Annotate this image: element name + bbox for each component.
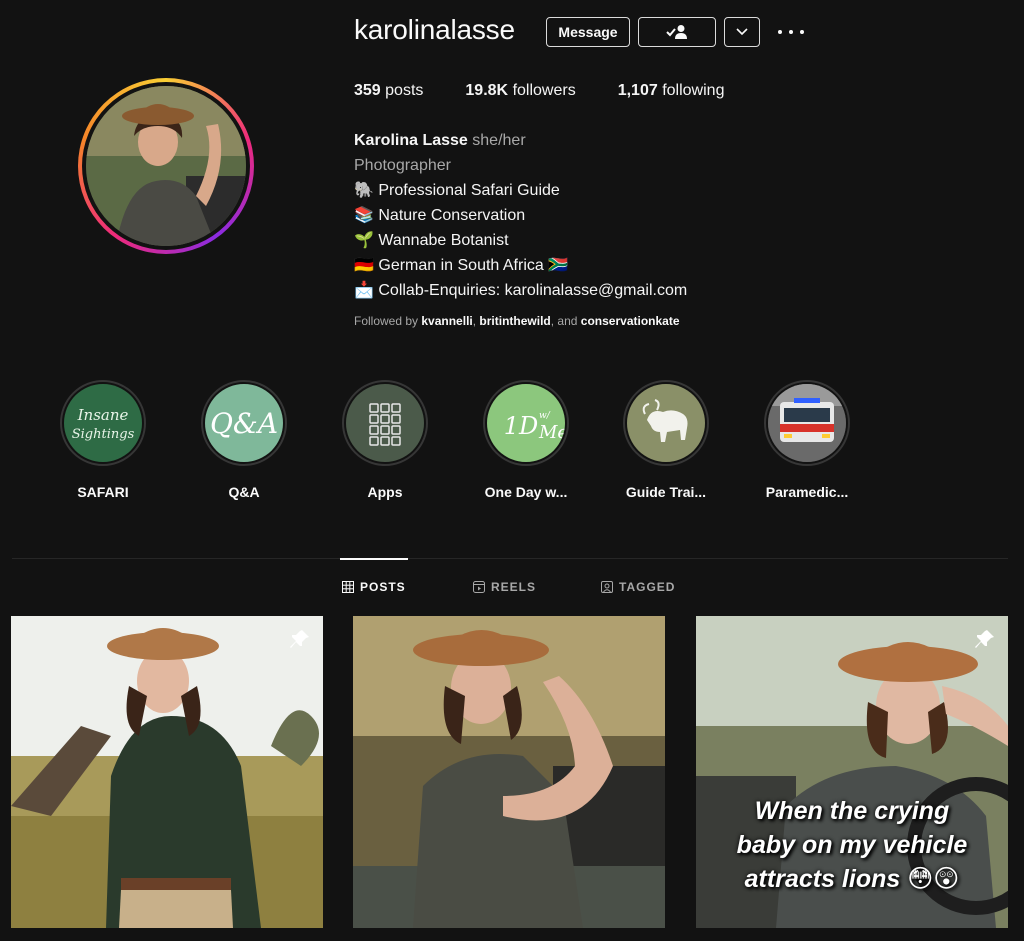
post-caption-overlay: When the crying baby on my vehicle attra… [736, 797, 968, 893]
bio-line: 🇩🇪 German in South Africa 🇿🇦 [354, 257, 569, 274]
highlight-cover: 1D w/ Me [487, 384, 565, 462]
tab-reels[interactable]: REELS [473, 580, 536, 594]
user-check-icon [666, 25, 687, 39]
tab-posts[interactable]: POSTS [342, 580, 406, 594]
highlight-cover: Insane Sightings [64, 384, 142, 462]
highlight-guide-training[interactable]: Guide Trai... [611, 380, 721, 500]
followed-by[interactable]: Followed by kvannelli, britinthewild, an… [354, 314, 680, 328]
bio-line: 📚 Nature Conservation [354, 207, 526, 224]
suggested-accounts-button[interactable] [724, 17, 760, 47]
svg-text:1D: 1D [504, 412, 539, 440]
highlight-label: One Day w... [484, 484, 568, 500]
svg-text:w/: w/ [539, 411, 551, 421]
svg-text:Insane: Insane [77, 406, 129, 424]
avatar-border [82, 82, 250, 250]
following-stat[interactable]: 1,107 following [618, 82, 725, 100]
svg-text:Q&A: Q&A [210, 407, 278, 440]
apps-grid-icon [369, 403, 401, 446]
highlight-cover [627, 384, 705, 462]
reels-icon [473, 581, 485, 593]
svg-text:Sightings: Sightings [72, 427, 135, 442]
tagged-icon [601, 581, 613, 593]
highlight-one-day[interactable]: 1D w/ Me One Day w... [471, 380, 581, 500]
highlight-apps[interactable]: Apps [330, 380, 440, 500]
profile-bio: Karolina Lasse she/her Photographer 🐘 Pr… [354, 128, 687, 303]
bio-line: 📩 Collab-Enquiries: karolinalasse@gmail.… [354, 282, 688, 299]
highlight-label: SAFARI [77, 484, 129, 500]
pronouns: she/her [472, 132, 526, 149]
category: Photographer [354, 157, 451, 174]
highlight-safari[interactable]: Insane Sightings SAFARI [48, 380, 158, 500]
chevron-down-icon [736, 28, 748, 36]
post-image [11, 616, 323, 928]
message-button[interactable]: Message [546, 17, 630, 47]
bio-line: 🌱 Wannabe Botanist [354, 232, 509, 249]
highlight-qa[interactable]: Q&A Q&A [189, 380, 299, 500]
post-tile[interactable] [353, 616, 665, 928]
pin-icon [290, 630, 309, 648]
followers-stat[interactable]: 19.8K followers [465, 82, 575, 100]
buffalo-icon [642, 399, 688, 442]
active-tab-indicator [340, 558, 408, 560]
post-tile[interactable] [11, 616, 323, 928]
highlight-paramedic[interactable]: Paramedic... [752, 380, 862, 500]
highlight-label: Q&A [228, 484, 260, 500]
follower-link[interactable]: kvannelli [421, 314, 472, 328]
highlight-label: Apps [367, 484, 403, 500]
avatar[interactable] [86, 86, 246, 246]
highlight-cover: Q&A [205, 384, 283, 462]
profile-avatar-ring[interactable] [78, 78, 254, 254]
tabs-divider [12, 558, 1008, 559]
full-name: Karolina Lasse [354, 132, 468, 149]
following-button[interactable] [638, 17, 716, 47]
profile-username: karolinalasse [354, 14, 515, 45]
grid-icon [342, 581, 354, 593]
posts-stat[interactable]: 359 posts [354, 82, 423, 100]
post-tile[interactable]: When the crying baby on my vehicle attra… [696, 616, 1008, 928]
bio-line: 🐘 Professional Safari Guide [354, 182, 560, 199]
svg-text:Me: Me [538, 422, 565, 443]
profile-stats: 359 posts 19.8K followers 1,107 followin… [354, 82, 766, 100]
more-options-icon[interactable] [778, 22, 804, 42]
highlight-label: Guide Trai... [625, 484, 707, 500]
highlight-label: Paramedic... [765, 484, 849, 500]
bio-name-line: Karolina Lasse she/her [354, 128, 687, 153]
highlight-cover [346, 384, 424, 462]
tab-tagged[interactable]: TAGGED [601, 580, 675, 594]
follower-link[interactable]: britinthewild [479, 314, 550, 328]
ambulance-image [768, 384, 846, 462]
pin-icon [975, 630, 994, 648]
highlight-cover [768, 384, 846, 462]
post-image [353, 616, 665, 928]
follower-link[interactable]: conservationkate [581, 314, 680, 328]
